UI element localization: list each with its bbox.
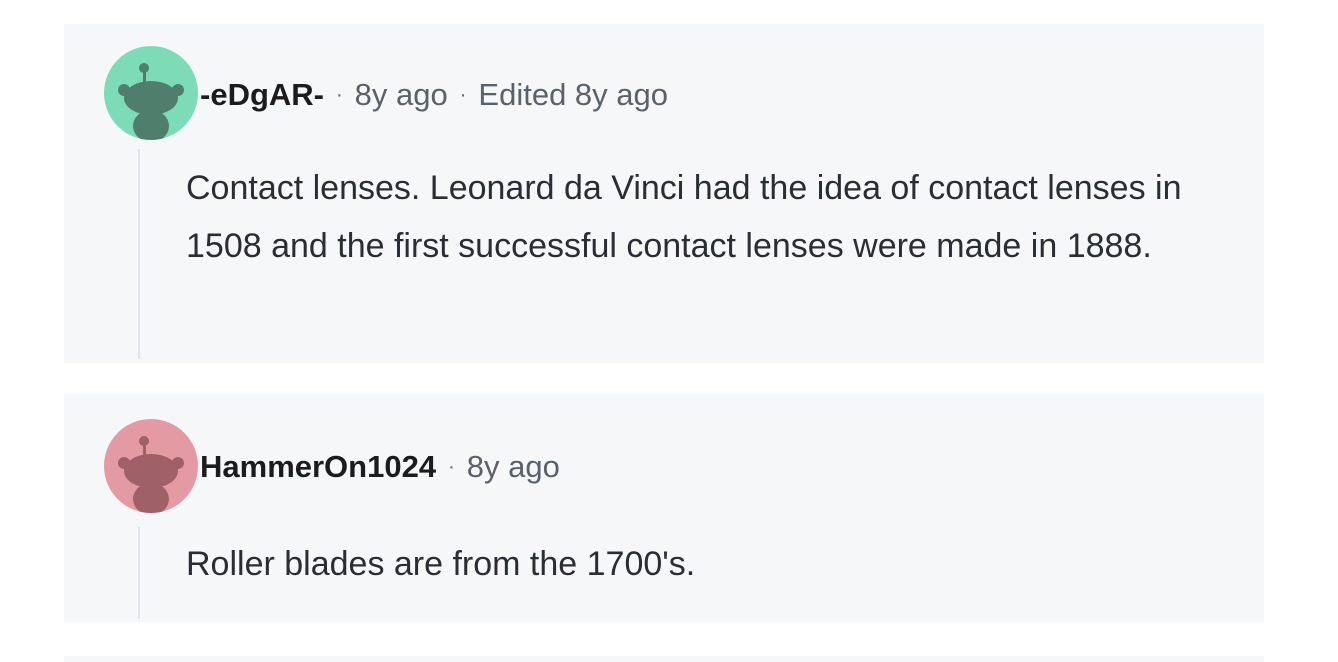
separator-dot: ·: [459, 84, 467, 106]
username-link[interactable]: HammerOn1024: [200, 449, 436, 484]
username-link[interactable]: -eDgAR-: [200, 77, 324, 112]
snoo-avatar-icon[interactable]: [104, 46, 198, 140]
separator-dot: ·: [336, 84, 343, 106]
next-comment-edge: [64, 656, 1264, 662]
comment-age[interactable]: 8y ago: [467, 449, 560, 484]
snoo-avatar-icon[interactable]: [104, 419, 198, 513]
thread-line[interactable]: [138, 149, 140, 359]
edited-label: Edited 8y ago: [478, 77, 669, 112]
comment: -eDgAR- · 8y ago · Edited 8y ago Contact len…: [64, 24, 1264, 363]
comment-meta: HammerOn1024 · 8y ago: [200, 449, 560, 485]
comment: HammerOn1024 · 8y ago Roller blades are fr…: [64, 394, 1264, 622]
comment-meta: -eDgAR- · 8y ago · Edited 8y ago: [200, 77, 668, 113]
thread-line[interactable]: [138, 527, 140, 619]
separator-dot: ·: [448, 456, 455, 478]
comment-body: Contact lenses. Leonard da Vinci had the…: [186, 169, 1182, 265]
comment-age[interactable]: 8y ago: [355, 77, 448, 112]
comment-body: Roller blades are from the 1700's.: [186, 545, 696, 583]
comment-thread: -eDgAR- · 8y ago · Edited 8y ago Contact len…: [0, 0, 1338, 662]
